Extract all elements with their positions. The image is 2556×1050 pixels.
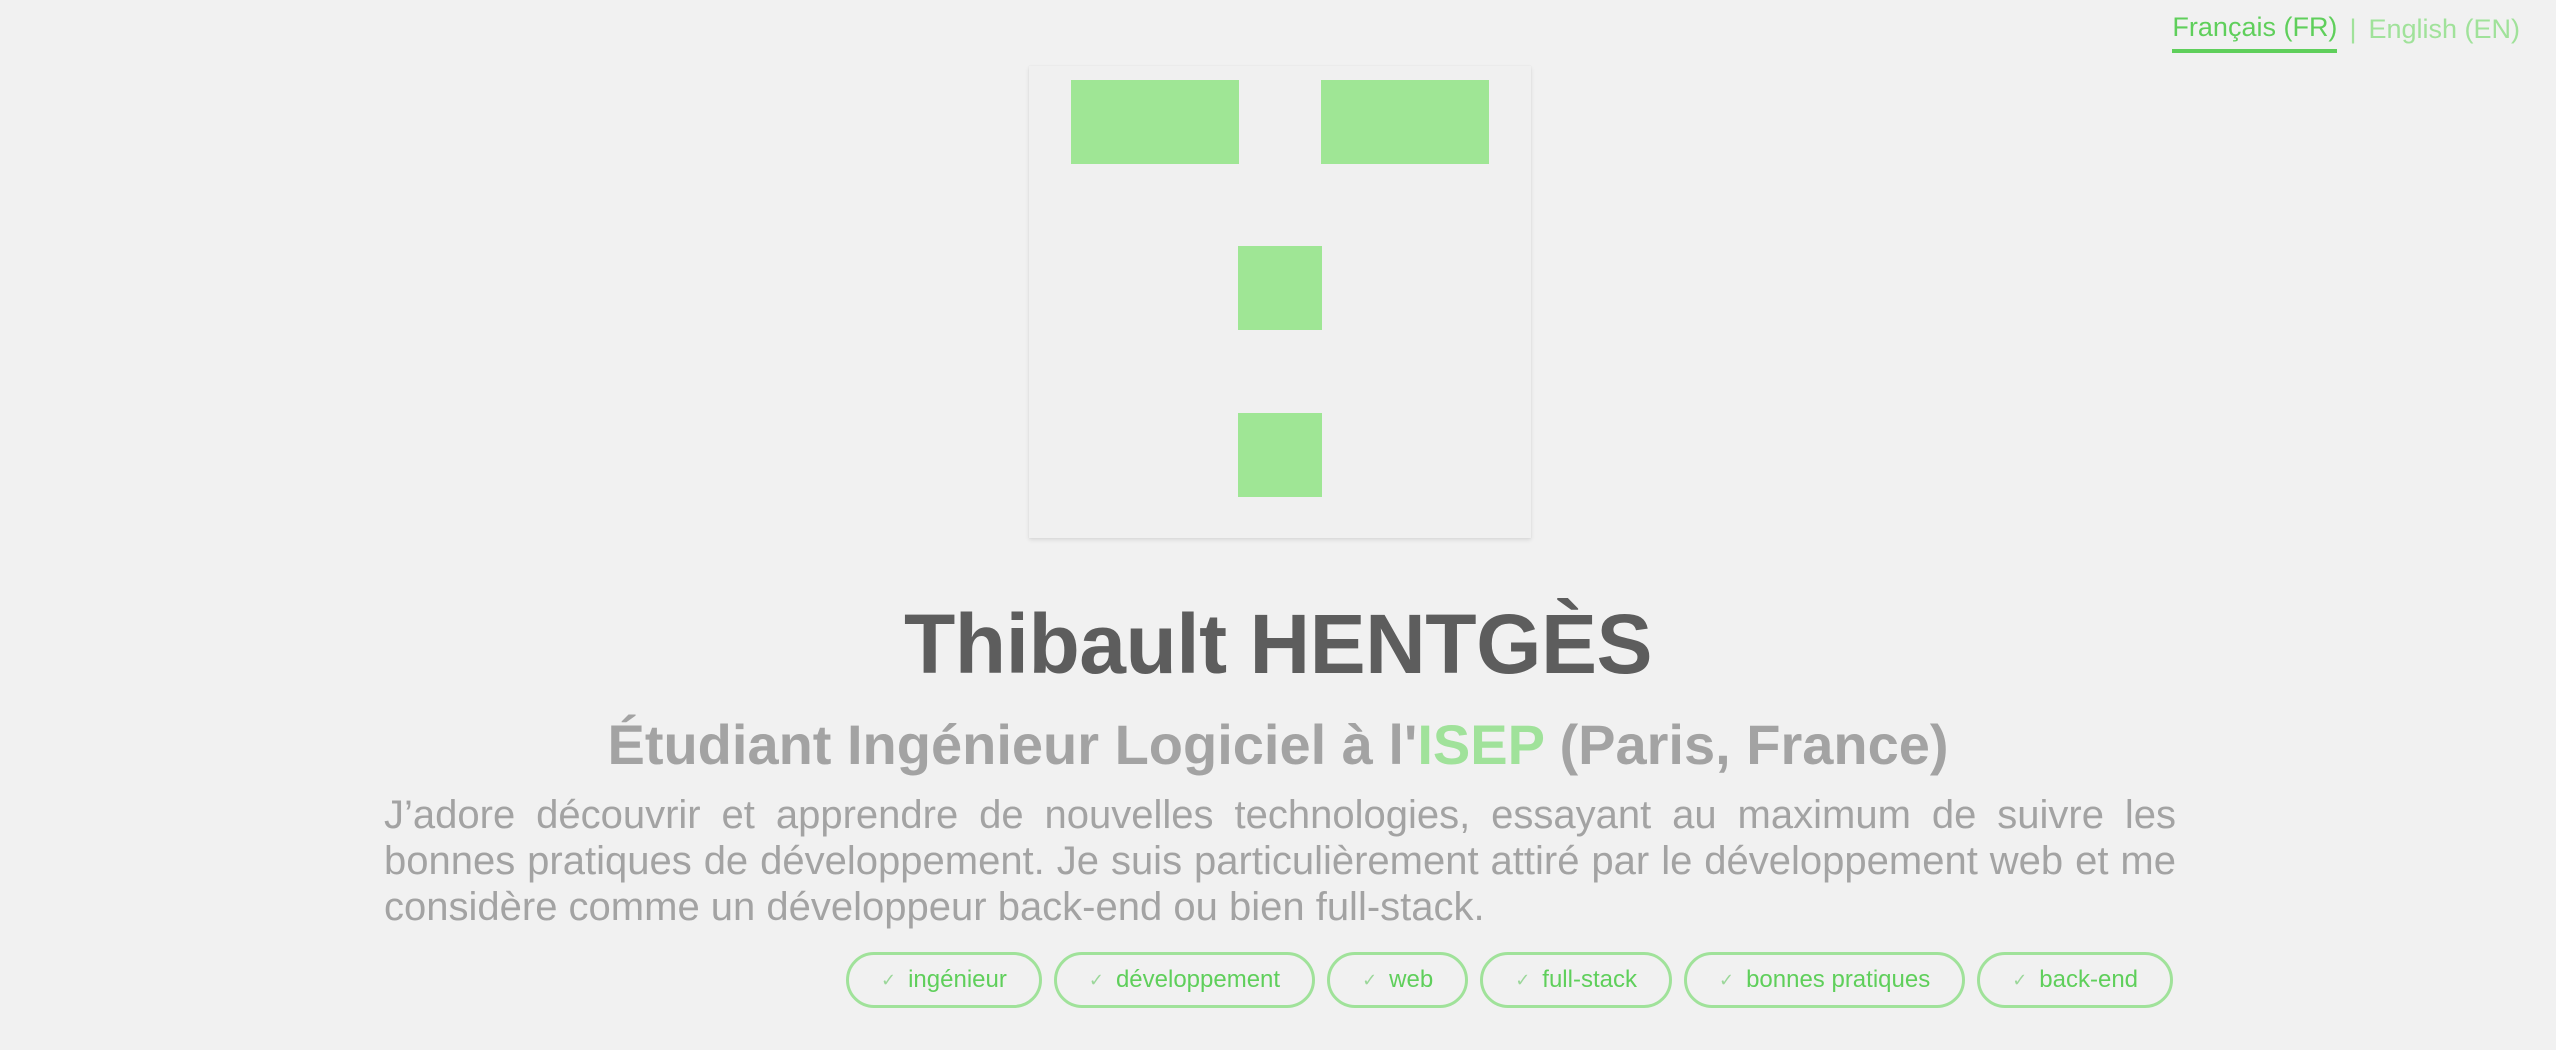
language-separator: | — [2349, 14, 2357, 44]
tag-label: back-end — [2039, 966, 2139, 993]
school-name: ISEP — [1417, 713, 1544, 776]
avatar-block — [1238, 413, 1322, 497]
language-link-fr[interactable]: Français (FR) — [2172, 12, 2338, 53]
profile-name: Thibault HENTGÈS — [904, 597, 1653, 691]
check-icon: ✓ — [1515, 969, 1531, 990]
tag-item: ✓ bonnes pratiques — [1683, 952, 1966, 1008]
tag-item: ✓ ingénieur — [846, 952, 1042, 1008]
profile-subtitle: Étudiant Ingénieur Logiciel à l'ISEP (Pa… — [0, 712, 2556, 777]
tag-item: ✓ back-end — [1977, 952, 2174, 1008]
check-icon: ✓ — [1362, 969, 1378, 990]
tag-item: ✓ full-stack — [1480, 952, 1672, 1008]
avatar — [1029, 66, 1531, 538]
language-link-en[interactable]: English (EN) — [2368, 14, 2520, 51]
tag-label: développement — [1115, 966, 1281, 993]
subtitle-suffix: (Paris, France) — [1543, 713, 1949, 776]
check-icon: ✓ — [2012, 969, 2028, 990]
check-icon: ✓ — [881, 969, 897, 990]
tag-label: web — [1389, 966, 1434, 993]
check-icon: ✓ — [1088, 969, 1104, 990]
tag-item: ✓ développement — [1053, 952, 1316, 1008]
tag-label: ingénieur — [908, 966, 1007, 993]
tag-list: ✓ ingénieur ✓ développement ✓ web ✓ full-sta… — [846, 952, 2556, 1008]
avatar-block — [1071, 80, 1239, 164]
language-switcher: Français (FR) | English (EN) — [2172, 12, 2520, 53]
check-icon: ✓ — [1718, 969, 1735, 990]
tag-label: full-stack — [1542, 966, 1637, 993]
avatar-block — [1321, 80, 1489, 164]
profile-bio: J’adore découvrir et apprendre de nouvel… — [384, 793, 2176, 929]
subtitle-prefix: Étudiant Ingénieur Logiciel à l' — [607, 713, 1418, 776]
avatar-block — [1238, 246, 1322, 330]
tag-item: ✓ web — [1327, 952, 1469, 1008]
tag-label: bonnes pratiques — [1746, 966, 1931, 993]
